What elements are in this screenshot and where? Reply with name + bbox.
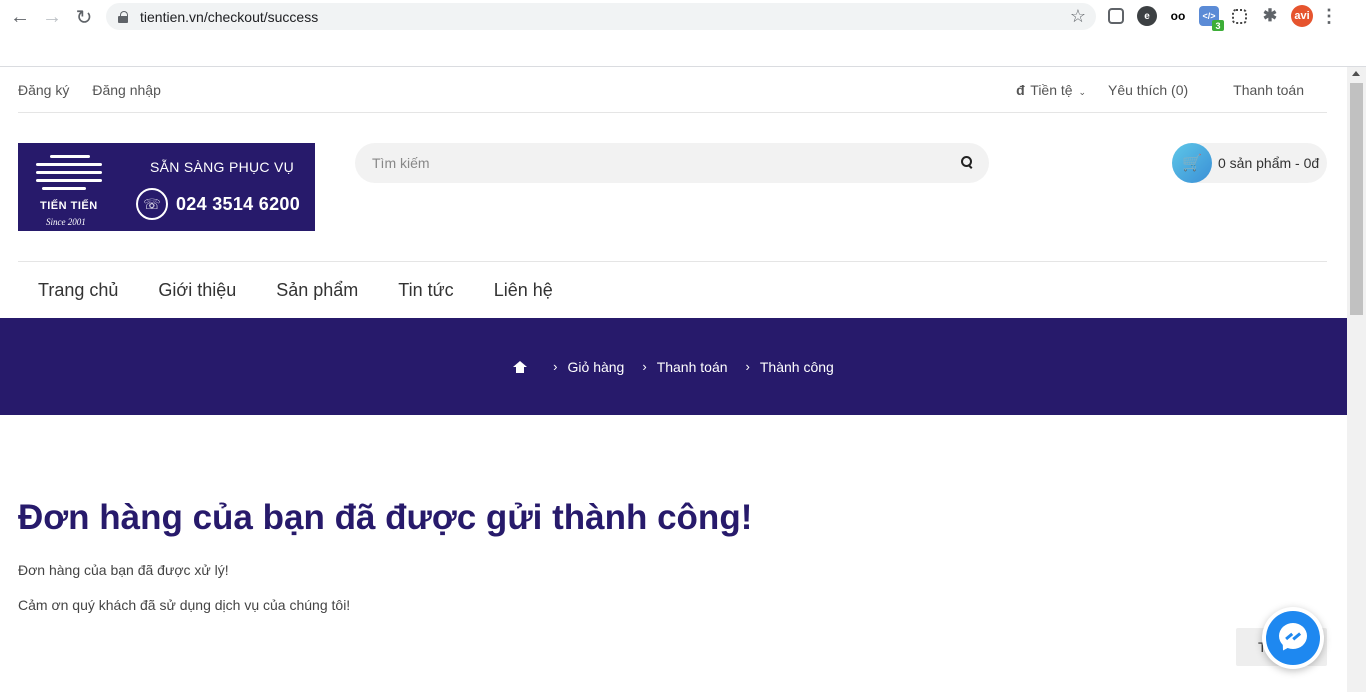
- extension-tray: e oo </> 3 ✱ avi ⋮: [1106, 5, 1338, 31]
- avi-extension-icon[interactable]: avi: [1291, 5, 1313, 27]
- url-text[interactable]: tientien.vn/checkout/success: [140, 9, 318, 25]
- bookmark-star-icon[interactable]: ☆: [1070, 6, 1086, 27]
- chevron-down-icon: ⌄: [1078, 86, 1086, 97]
- scroll-up-arrow-icon[interactable]: [1352, 71, 1360, 76]
- qr-extension-icon[interactable]: [1232, 8, 1247, 24]
- register-link[interactable]: Đăng ký: [18, 82, 69, 98]
- breadcrumb-checkout[interactable]: Thanh toán: [657, 359, 728, 375]
- breadcrumb-cart[interactable]: Giỏ hàng: [568, 359, 625, 375]
- order-processed-text: Đơn hàng của bạn đã được xử lý!: [18, 562, 229, 578]
- currency-symbol: đ: [1016, 81, 1025, 98]
- browser-toolbar: ← → ↻ tientien.vn/checkout/success ☆ e o…: [0, 0, 1366, 34]
- breadcrumb-banner: › Giỏ hàng › Thanh toán › Thành công: [0, 318, 1347, 415]
- messenger-chat-button[interactable]: [1262, 607, 1324, 669]
- breadcrumb: › Giỏ hàng › Thanh toán › Thành công: [513, 359, 834, 375]
- currency-label: Tiền tệ: [1030, 81, 1073, 98]
- page-scrollbar[interactable]: [1347, 67, 1366, 692]
- search-box: [355, 143, 989, 183]
- cart-icon: 🛒: [1172, 143, 1212, 183]
- breadcrumb-separator: ›: [553, 359, 558, 374]
- forward-button[interactable]: →: [36, 1, 68, 33]
- top-user-bar-right: đ Tiền tệ ⌄ Yêu thích (0) Thanh toán: [994, 82, 1327, 98]
- cart-button[interactable]: 🛒 0 sản phẩm - 0đ: [1172, 143, 1327, 183]
- breadcrumb-separator: ›: [745, 359, 750, 374]
- messenger-icon: [1266, 611, 1320, 665]
- menu-dots-icon[interactable]: ⋮: [1320, 6, 1338, 26]
- scroll-thumb[interactable]: [1350, 83, 1363, 315]
- nav-item-contact[interactable]: Liên hệ: [494, 280, 553, 301]
- search-input[interactable]: [372, 155, 932, 171]
- nav-item-products[interactable]: Sản phẩm: [276, 280, 358, 301]
- search-icon[interactable]: [961, 156, 973, 168]
- home-icon[interactable]: [513, 360, 528, 373]
- nav-item-home[interactable]: Trang chủ: [38, 280, 118, 301]
- extension-badge: 3: [1212, 20, 1224, 31]
- site-logo[interactable]: TIẾN TIẾN Since 2001 SẴN SÀNG PHỤC VỤ ☏ …: [18, 143, 315, 231]
- code-extension-icon[interactable]: </> 3: [1199, 6, 1224, 31]
- login-link[interactable]: Đăng nhập: [92, 82, 161, 98]
- nav-item-news[interactable]: Tin tức: [398, 280, 453, 301]
- edge-extension-icon[interactable]: e: [1137, 6, 1157, 26]
- hotline-number: 024 3514 6200: [176, 194, 301, 214]
- currency-dropdown[interactable]: đ Tiền tệ ⌄: [1016, 82, 1086, 98]
- page-title: Đơn hàng của bạn đã được gửi thành công!: [18, 498, 753, 537]
- checkout-link[interactable]: Thanh toán: [1233, 82, 1304, 98]
- puzzle-extensions-icon[interactable]: ✱: [1260, 6, 1280, 26]
- screenshot-extension-icon[interactable]: [1108, 8, 1124, 24]
- nav-item-about[interactable]: Giới thiệu: [158, 280, 236, 301]
- lock-icon[interactable]: [118, 10, 128, 23]
- address-bar[interactable]: tientien.vn/checkout/success ☆: [106, 3, 1096, 30]
- top-user-bar: Đăng ký Đăng nhập đ Tiền tệ ⌄ Yêu thích …: [18, 67, 1327, 113]
- brand-since: Since 2001: [46, 217, 86, 227]
- phone-icon: ☏: [136, 188, 168, 220]
- brand-name: TIẾN TIẾN: [40, 200, 98, 212]
- brand-slogan: SẴN SÀNG PHỤC VỤ: [150, 159, 295, 175]
- tripadvisor-extension-icon[interactable]: oo: [1168, 6, 1188, 26]
- brand-mark-icon: [36, 149, 102, 199]
- breadcrumb-success: Thành công: [759, 358, 834, 375]
- thank-you-text: Cảm ơn quý khách đã sử dụng dịch vụ của …: [18, 597, 351, 613]
- breadcrumb-separator: ›: [642, 359, 647, 374]
- main-navigation: Trang chủ Giới thiệu Sản phẩm Tin tức Li…: [18, 261, 1327, 318]
- reload-button[interactable]: ↻: [68, 1, 100, 33]
- cart-summary: 0 sản phẩm - 0đ: [1218, 155, 1320, 171]
- wishlist-link[interactable]: Yêu thích (0): [1108, 82, 1188, 98]
- back-button[interactable]: ←: [4, 1, 36, 33]
